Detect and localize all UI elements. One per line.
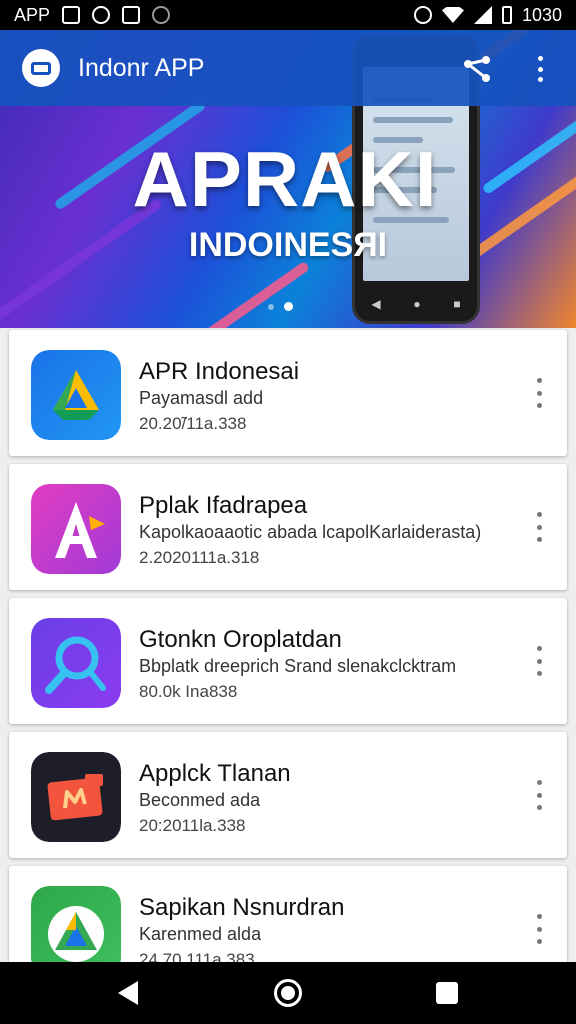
app-title: Gtonkn Oroplatdan [139,626,342,653]
app-title: Pplak Ifadrapea [139,492,308,519]
system-nav-bar [0,962,576,1024]
toolbar-title: Indonr APP [78,53,205,82]
app-subtitle: Kapolkaoaaotic abada lcapolKarlaiderasta… [139,522,482,542]
app-meta: 2.2020111a.318 [139,548,260,567]
app-meta: 80.0k Ina838 [139,682,238,701]
app-title: Applck Tlanan [139,760,291,787]
app-list-item[interactable]: Sapikan Nsnurdran Karenmed alda 24.70.11… [9,866,567,962]
home-icon[interactable] [274,979,302,1007]
signal-icon [473,6,492,24]
status-time: 1030 [521,4,562,25]
app-meta: 20.20̃/11a.338 [139,414,247,433]
item-more-icon[interactable] [529,378,549,408]
app-subtitle: Karenmed alda [139,924,262,944]
wallet-icon [31,752,121,842]
app-title: Sapikan Nsnurdran [139,894,345,921]
letter-a-icon [31,484,121,574]
nature-triangle-icon [31,886,121,962]
app-list-item[interactable]: APR Indonesai Payamasdl add 20.20̃/11a.3… [9,330,567,456]
item-more-icon[interactable] [529,914,549,944]
notification-icon [62,6,81,24]
battery-icon [501,6,512,24]
app-list-item[interactable]: Pplak Ifadrapea Kapolkaoaaotic abada lca… [9,464,567,590]
app-logo-icon[interactable] [22,49,60,87]
app-subtitle: Payamasdl add [139,388,264,408]
item-more-icon[interactable] [529,646,549,676]
app-title: APR Indonesai [139,358,300,385]
carousel-dot-active[interactable] [284,302,293,311]
app-subtitle: Beconmed ada [139,790,261,810]
camera-notification-icon [92,6,111,24]
hero-banner[interactable]: ◀ ● ■ Indonr APP APRAKI INDOINESЯI [0,30,576,328]
app-list-item[interactable]: Applck Tlanan Beconmed ada 20:2011la.338 [9,732,567,858]
carousel-dot[interactable] [268,303,274,310]
status-bar: APP 1030 [0,0,576,30]
status-app-label: APP [14,4,51,25]
item-more-icon[interactable] [529,512,549,542]
settings-notification-icon [152,6,171,24]
app-subtitle: Bbplatk dreeprich Srand slenakclcktram [139,656,457,676]
overflow-menu-icon[interactable] [530,54,550,84]
item-more-icon[interactable] [529,780,549,810]
back-icon[interactable] [118,981,138,1005]
shop-notification-icon [122,6,141,24]
app-list[interactable]: APR Indonesai Payamasdl add 20.20̃/11a.3… [0,328,576,962]
wifi-icon [441,7,464,23]
hero-subheadline: INDOINESЯI [188,226,388,264]
recent-apps-icon[interactable] [436,982,458,1004]
share-icon[interactable] [462,56,492,82]
hero-headline: APRAKI [132,135,438,223]
carousel-indicator [268,302,293,311]
app-list-item[interactable]: Gtonkn Oroplatdan Bbplatk dreeprich Sran… [9,598,567,724]
magnifier-icon [31,618,121,708]
app-meta: 20:2011la.338 [139,816,246,835]
drive-triangle-icon [31,350,121,440]
app-meta: 24.70.111a.383 [139,950,255,962]
alarm-icon [413,6,432,24]
